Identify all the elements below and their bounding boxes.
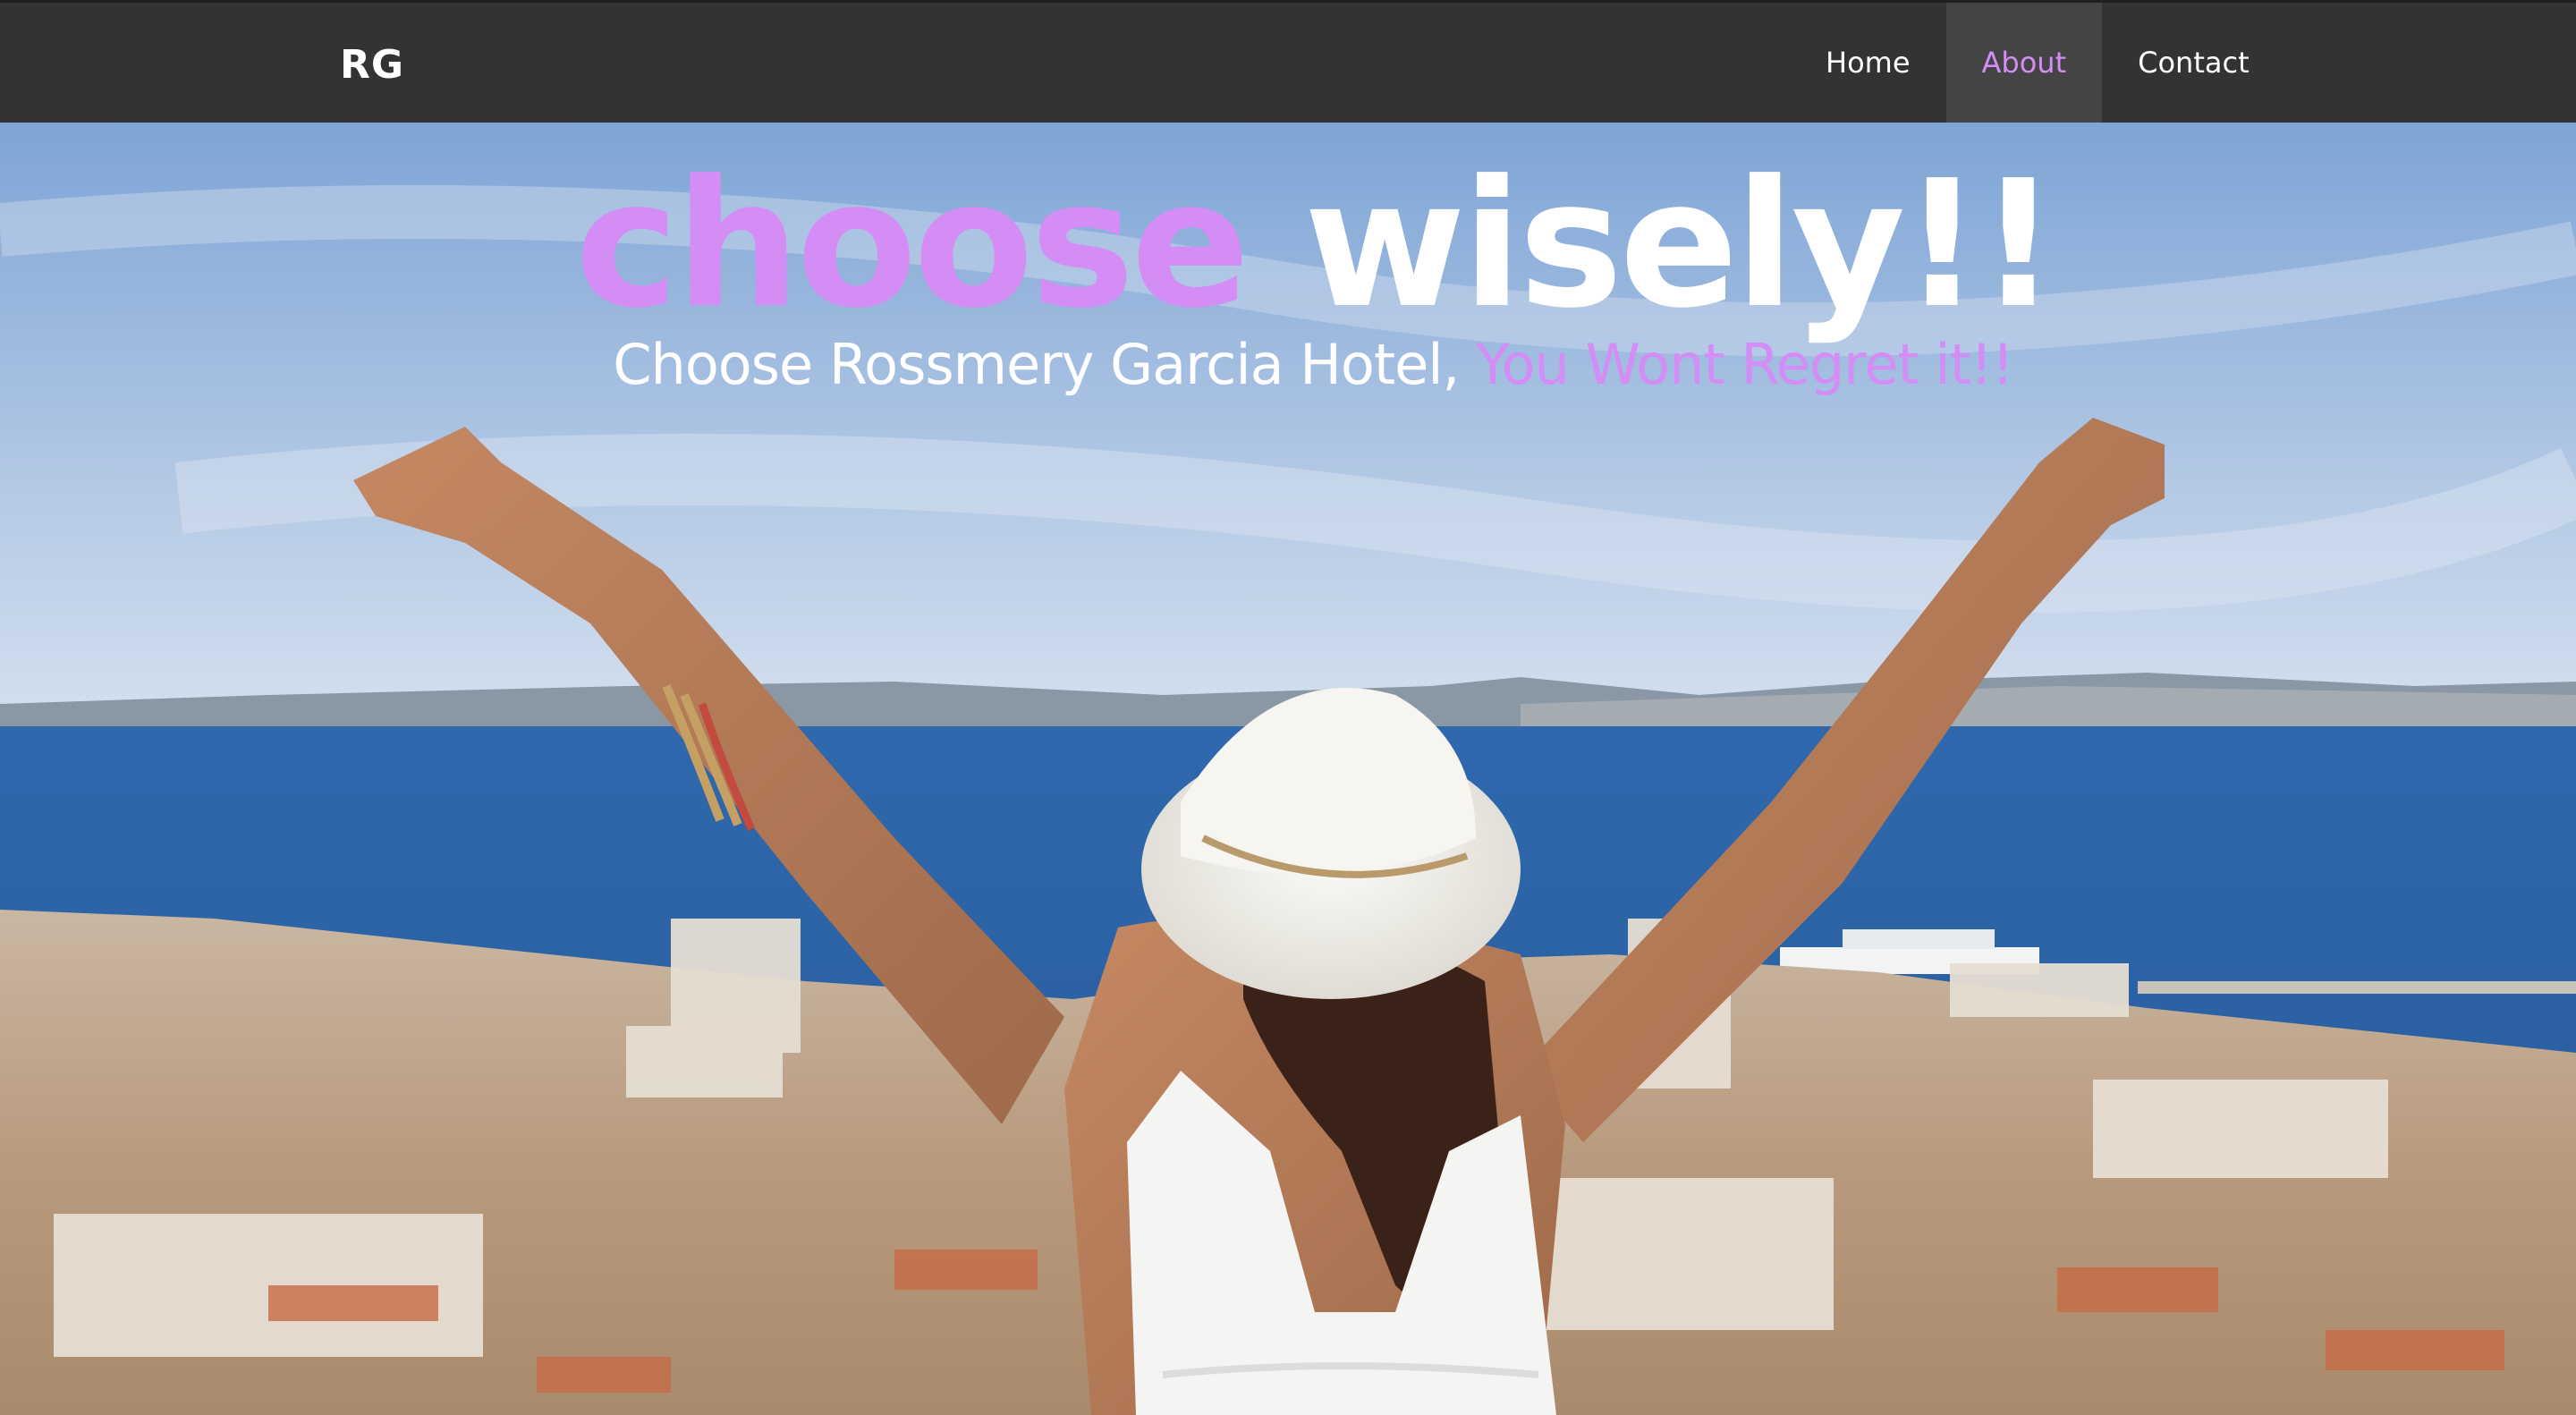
hero-subtitle: Choose Rossmery Garcia Hotel, You Wont R… [0,325,2576,405]
hero-title-rest: wisely!! [1246,143,2059,347]
hero-title: choose wisely!! [0,142,2576,348]
hero-subtitle-main: Choose Rossmery Garcia Hotel, [613,332,1476,397]
brand-logo[interactable]: RG [340,42,404,89]
hero-section: choose wisely!! Choose Rossmery Garcia H… [0,123,2576,1415]
hero-subtitle-accent: You Wont Regret it!! [1475,332,2014,397]
hero-title-accent: choose [574,143,1250,347]
top-navbar: RG Home About Contact [0,0,2576,123]
nav-item-about[interactable]: About [1945,3,2103,123]
nav-item-home[interactable]: Home [1790,3,1946,123]
nav-menu: Home About Contact [1790,3,2285,123]
nav-item-contact[interactable]: Contact [2102,3,2285,123]
